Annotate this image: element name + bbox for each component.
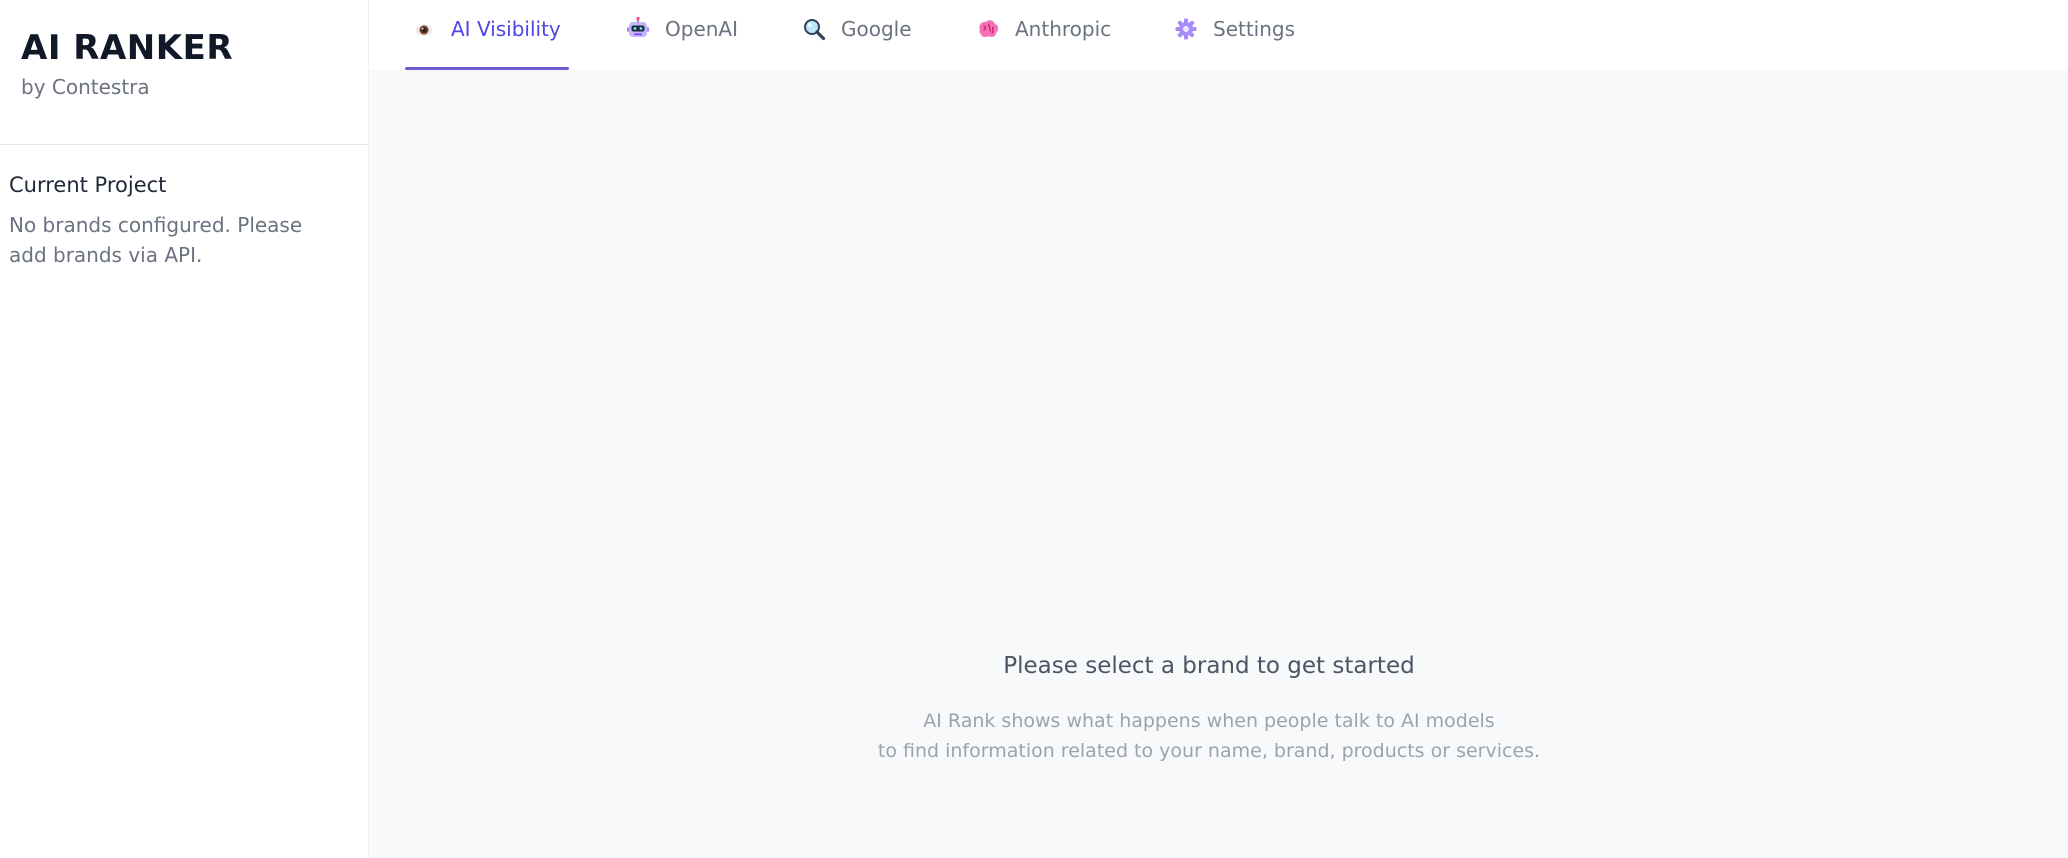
app-subtitle: by Contestra (21, 75, 150, 99)
tab-label: Google (841, 17, 912, 41)
sidebar: AI RANKER by Contestra Current Project N… (0, 0, 369, 858)
empty-state-description-line: AI Rank shows what happens when people t… (923, 710, 1495, 732)
tab-label: AI Visibility (451, 17, 561, 41)
brain-icon (975, 16, 1001, 42)
tab-settings[interactable]: Settings (1167, 0, 1301, 70)
app-root: AI RANKER by Contestra Current Project N… (0, 0, 2068, 858)
magnifier-icon (801, 16, 827, 42)
eye-icon (411, 16, 437, 42)
tab-label: Settings (1213, 17, 1296, 41)
empty-state-description: AI Rank shows what happens when people t… (709, 706, 1709, 766)
brand-header: AI RANKER by Contestra (0, 0, 368, 145)
tab-anthropic[interactable]: Anthropic (969, 0, 1117, 70)
app-title: AI RANKER (21, 28, 234, 68)
no-brands-message: No brands configured. Please add brands … (9, 213, 303, 267)
tab-openai[interactable]: OpenAI (619, 0, 744, 70)
empty-state-description-line: to find information related to your name… (877, 740, 1541, 762)
robot-icon (625, 16, 651, 42)
current-project-section: Current Project No brands configured. Pl… (0, 145, 368, 270)
tab-bar: AI Visibility OpenAI Google Anthropic Se… (369, 0, 2068, 70)
gear-icon (1173, 16, 1199, 42)
tab-google[interactable]: Google (795, 0, 918, 70)
tab-label: Anthropic (1015, 17, 1112, 41)
empty-state: Please select a brand to get started AI … (709, 650, 1709, 766)
empty-state-title: Please select a brand to get started (1003, 653, 1415, 679)
tab-ai-visibility[interactable]: AI Visibility (405, 0, 569, 70)
current-project-heading: Current Project (9, 173, 167, 197)
main-content: Please select a brand to get started AI … (369, 70, 2068, 858)
tab-label: OpenAI (665, 17, 738, 41)
